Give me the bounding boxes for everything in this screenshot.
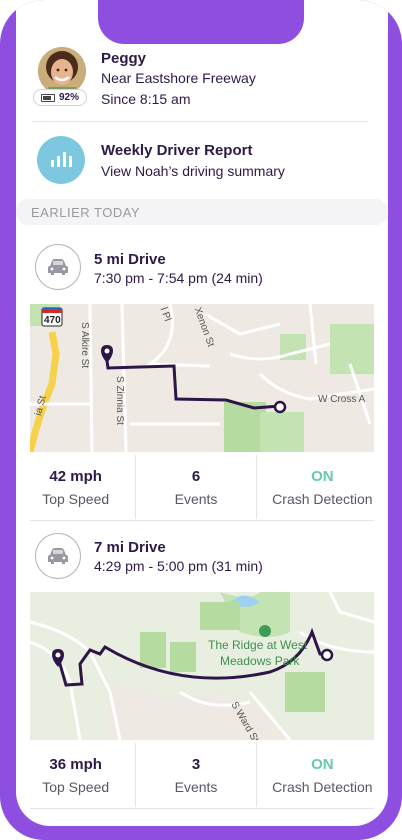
divider [30,520,374,521]
stat-top-speed: 42 mph Top Speed [16,455,137,519]
map-label: S Alkire St [79,322,90,369]
bar-chart-icon [37,136,85,184]
app-screen: 92% Peggy Near Eastshore Freeway Since 8… [16,0,388,826]
end-point-icon [320,648,334,662]
member-name: Peggy [101,50,147,67]
route-map[interactable]: The Ridge at West Meadows Park S Ward St [30,592,374,740]
stat-top-speed: 36 mph Top Speed [16,743,137,807]
battery-badge: 92% [33,89,87,106]
drive-time: 7:30 pm - 7:54 pm (24 min) [94,270,263,286]
divider [30,808,374,809]
map-label: S Zinnia St [114,376,125,425]
avatar-image [38,47,86,95]
report-subtitle: View Noah’s driving summary [101,163,285,179]
map-label: The Ridge at West [208,638,308,652]
route-map[interactable]: 470 S Alkire St S Zinnia St Xenon St W C… [30,304,374,452]
drive-stats: 36 mph Top Speed 3 Events ON Crash Detec… [16,743,388,807]
report-title: Weekly Driver Report [101,142,253,159]
car-icon [35,533,81,579]
map-label: 470 [44,315,61,326]
car-icon [35,244,81,290]
start-pin-icon [52,649,64,667]
drive-title: 7 mi Drive [94,539,166,556]
stat-events: 3 Events [136,743,257,807]
divider [32,121,368,122]
drive-title: 5 mi Drive [94,251,166,268]
battery-icon [40,93,55,102]
end-point-icon [273,400,287,414]
stat-crash-detection: ON Crash Detection [272,755,373,795]
drive-time: 4:29 pm - 5:00 pm (31 min) [94,558,263,574]
phone-notch [98,0,304,44]
section-label: EARLIER TODAY [31,205,141,220]
battery-level: 92% [58,92,79,103]
member-location: Near Eastshore Freeway [101,70,256,86]
section-header: EARLIER TODAY [16,199,388,225]
start-pin-icon [101,345,113,363]
phone-frame: 92% Peggy Near Eastshore Freeway Since 8… [0,0,402,840]
drive-stats: 42 mph Top Speed 6 Events ON Crash Detec… [16,455,388,519]
stat-events: 6 Events [136,455,257,519]
stat-crash-detection: ON Crash Detection [272,467,373,507]
map-label: W Cross A [318,394,366,405]
map-label: Meadows Park [220,654,300,668]
member-since: Since 8:15 am [101,91,191,107]
avatar[interactable] [38,47,86,95]
